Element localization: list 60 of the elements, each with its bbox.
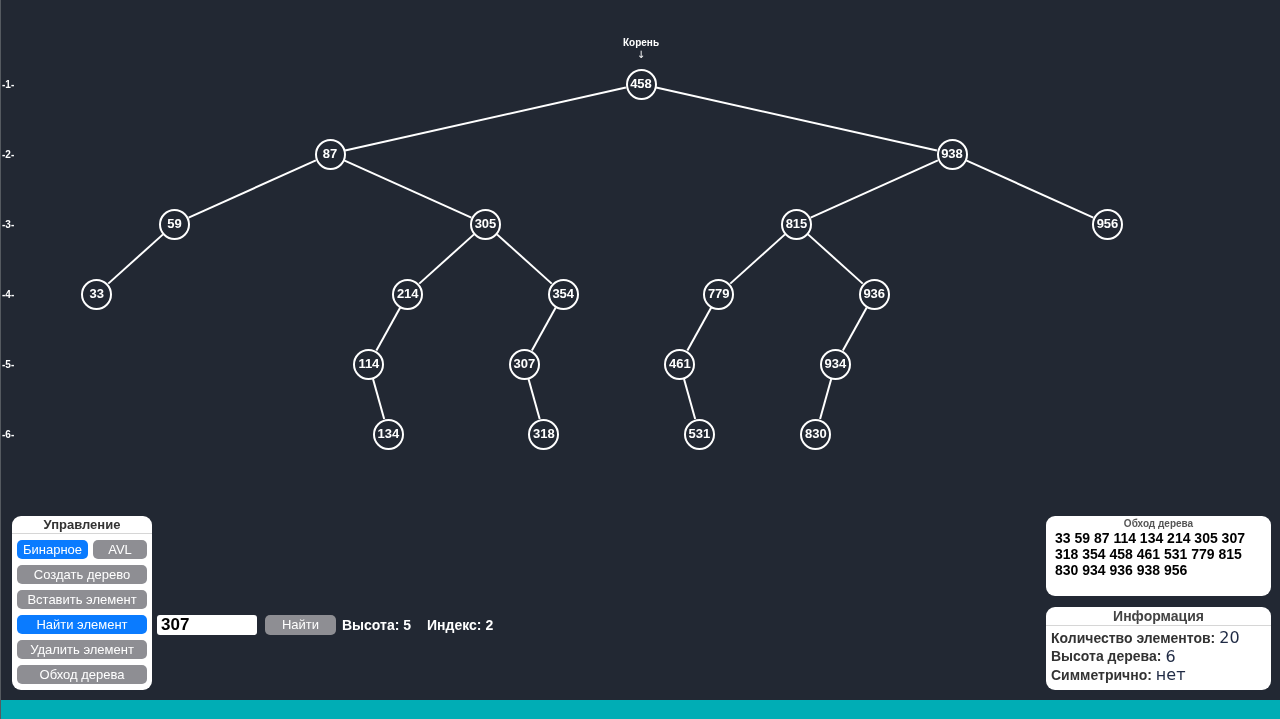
tree-node: 307: [508, 348, 540, 380]
action-button[interactable]: Найти элемент: [17, 615, 147, 634]
tree-node: 531: [683, 418, 715, 450]
tree-edge: [819, 377, 833, 421]
tree-node: 779: [703, 278, 735, 310]
down-arrow-icon: ↓: [636, 49, 646, 60]
level-label: -6-: [1, 427, 15, 442]
tree-edge: [372, 377, 386, 421]
tree-node: 318: [528, 418, 560, 450]
tree-node: 936: [858, 278, 890, 310]
tree-node: 934: [819, 348, 851, 380]
index-text: Индекс: 2: [427, 615, 494, 635]
tree-node: 354: [547, 278, 579, 310]
tree-node: 87: [314, 138, 346, 170]
height-text: Высота: 5: [342, 615, 412, 635]
tree-edge: [496, 233, 553, 285]
search-field[interactable]: 307: [157, 615, 257, 635]
tree-edge: [527, 377, 541, 421]
panel-title: Обход дерева: [1123, 518, 1195, 530]
tree-edge: [807, 233, 864, 285]
tree-edge: [418, 233, 475, 285]
level-label: -3-: [1, 217, 15, 232]
root-label: Корень: [622, 37, 660, 49]
tree-edge: [107, 233, 164, 285]
tree-node: 956: [1092, 208, 1123, 240]
tree-node: 830: [800, 418, 832, 450]
tree-edge: [375, 306, 402, 352]
tree-node: 214: [392, 278, 424, 310]
tree-edge: [683, 377, 697, 421]
level-label: -2-: [1, 147, 15, 162]
find-button[interactable]: Найти: [265, 615, 336, 635]
action-button[interactable]: Вставить элемент: [17, 590, 147, 609]
tree-edge: [686, 306, 713, 352]
panel-title: Информация: [1113, 606, 1204, 626]
action-button[interactable]: Обход дерева: [17, 665, 147, 684]
panel-title: Управление: [43, 515, 121, 534]
info-label: Симметрично:: [1051, 665, 1152, 685]
level-label: -1-: [1, 77, 15, 92]
tree-node: 305: [470, 208, 501, 240]
tree-node: 815: [781, 208, 812, 240]
tree-node: 458: [625, 68, 657, 100]
tree-node: 114: [353, 348, 385, 380]
tree-type-tab[interactable]: Бинарное: [17, 540, 88, 559]
tree-type-tab[interactable]: AVL: [93, 540, 147, 559]
tree-node: 134: [372, 418, 404, 450]
tree-edge: [841, 306, 868, 352]
tree-edge: [530, 306, 557, 352]
level-label: -4-: [1, 287, 15, 302]
tree-node: 938: [936, 138, 968, 170]
tree-node: 461: [664, 348, 696, 380]
tree-edge: [729, 233, 786, 285]
action-button[interactable]: Удалить элемент: [17, 640, 147, 659]
tree-node: 33: [81, 278, 113, 310]
info-label: Количество элементов:: [1051, 628, 1216, 648]
level-label: -5-: [1, 357, 15, 372]
info-label: Высота дерева:: [1051, 647, 1162, 667]
tree-node: 59: [159, 208, 190, 240]
info-value: 20: [1219, 627, 1240, 650]
action-button[interactable]: Создать дерево: [17, 565, 147, 584]
traversal-text: 33 59 87 114 134 214 305 307 318 354 458 461 531 779 815 830 934 936 938 956: [1055, 530, 1246, 578]
